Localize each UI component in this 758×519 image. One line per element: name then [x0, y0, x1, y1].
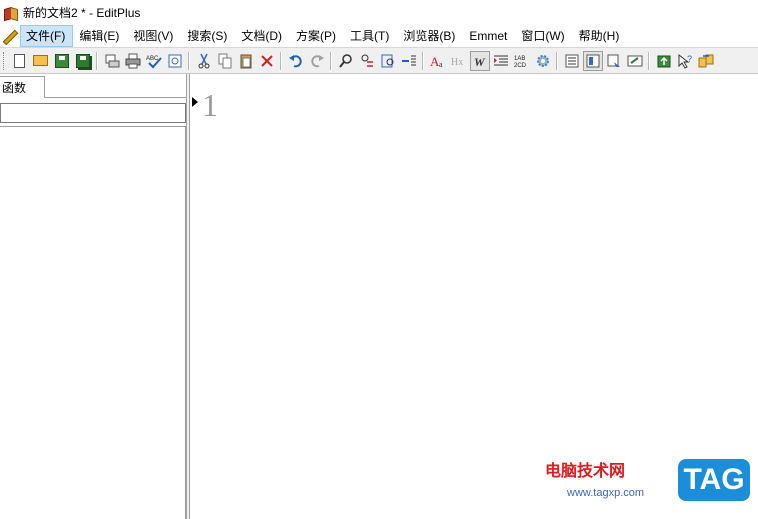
svg-text:?: ?: [687, 54, 692, 64]
menu-emmet[interactable]: Emmet: [463, 25, 515, 47]
toolbar-separator: [330, 51, 332, 70]
word-wrap-label: W: [474, 55, 486, 69]
toolbar: ABC Aa Hx W 1AB 2CD ?: [0, 47, 758, 74]
font-icon[interactable]: Aa: [428, 51, 448, 71]
current-line-marker-icon: [192, 97, 198, 107]
browser-preview-icon[interactable]: [165, 51, 185, 71]
ftp-upload-icon[interactable]: [654, 51, 674, 71]
watermark-badge: TAG: [678, 459, 750, 501]
menu-document[interactable]: 文档(D): [235, 25, 290, 47]
toolbar-separator: [280, 51, 282, 70]
menu-project[interactable]: 方案(P): [290, 25, 344, 47]
window-title: 新的文档2 * - EditPlus: [23, 5, 141, 20]
function-list-panel: 函数: [0, 74, 187, 519]
copy-icon[interactable]: [215, 51, 235, 71]
ruler-label-top: 1AB: [514, 56, 525, 62]
toolbar-separator: [648, 51, 650, 70]
find-icon[interactable]: [336, 51, 356, 71]
indent-icon[interactable]: [491, 51, 511, 71]
menu-tools[interactable]: 工具(T): [344, 25, 397, 47]
ruler-icon[interactable]: 1AB 2CD: [512, 51, 532, 71]
cut-icon[interactable]: [194, 51, 214, 71]
hex-icon[interactable]: Hx: [449, 51, 469, 71]
undo-icon[interactable]: [286, 51, 306, 71]
menu-window[interactable]: 窗口(W): [515, 25, 572, 47]
watermark: 电脑技术网 www.tagxp.com TAG: [545, 457, 750, 509]
ruler-label-bottom: 2CD: [514, 63, 527, 69]
pencil-icon: [0, 27, 19, 46]
menu-view[interactable]: 视图(V): [127, 25, 181, 47]
function-filter-input[interactable]: [0, 103, 186, 123]
editplus-app-icon: [3, 5, 18, 22]
hex-label: Hx: [451, 57, 463, 68]
toolbar-separator: [96, 51, 98, 70]
plugin-icon[interactable]: [696, 51, 716, 71]
help-pointer-icon[interactable]: ?: [675, 51, 695, 71]
watermark-title: 电脑技术网: [545, 461, 626, 480]
menu-edit[interactable]: 编辑(E): [73, 25, 127, 47]
replace-icon[interactable]: [357, 51, 377, 71]
menu-help[interactable]: 帮助(H): [573, 25, 628, 47]
paste-icon[interactable]: [236, 51, 256, 71]
open-folder-icon[interactable]: [31, 51, 51, 71]
toolbar-separator: [556, 51, 558, 70]
toolbar-separator: [188, 51, 190, 70]
print-icon[interactable]: [123, 51, 143, 71]
fullscreen-icon[interactable]: [625, 51, 645, 71]
toolbar-grip[interactable]: [3, 51, 7, 70]
menu-search[interactable]: 搜索(S): [181, 25, 235, 47]
function-list[interactable]: [0, 126, 186, 519]
find-in-files-icon[interactable]: [378, 51, 398, 71]
redo-icon[interactable]: [307, 51, 327, 71]
menu-bar: 文件(F) 编辑(E) 视图(V) 搜索(S) 文档(D) 方案(P) 工具(T…: [0, 25, 758, 47]
toolbar-separator: [422, 51, 424, 70]
goto-line-icon[interactable]: [399, 51, 419, 71]
save-all-icon[interactable]: [73, 51, 93, 71]
settings-gear-icon[interactable]: [533, 51, 553, 71]
word-wrap-icon[interactable]: W: [469, 50, 490, 71]
print-preview-icon[interactable]: [102, 51, 122, 71]
delete-icon[interactable]: [257, 51, 277, 71]
save-icon[interactable]: [52, 51, 72, 71]
output-window-icon[interactable]: [582, 50, 603, 71]
spell-check-icon[interactable]: ABC: [144, 51, 164, 71]
new-file-icon[interactable]: [10, 51, 30, 71]
font-icon-subletter: a: [439, 60, 443, 69]
editor-area[interactable]: 1 电脑技术网 www.tagxp.com TAG: [190, 74, 758, 519]
cliptext-icon[interactable]: [604, 51, 624, 71]
title-bar: 新的文档2 * - EditPlus: [0, 0, 758, 24]
line-number: 1: [202, 87, 218, 123]
menu-file[interactable]: 文件(F): [20, 25, 74, 47]
watermark-url: www.tagxp.com: [567, 487, 645, 499]
toggle-panel-icon[interactable]: [562, 51, 582, 71]
tab-functions[interactable]: 函数: [0, 76, 45, 98]
menu-browser[interactable]: 浏览器(B): [397, 25, 463, 47]
tab-strip-divider: [45, 97, 186, 98]
